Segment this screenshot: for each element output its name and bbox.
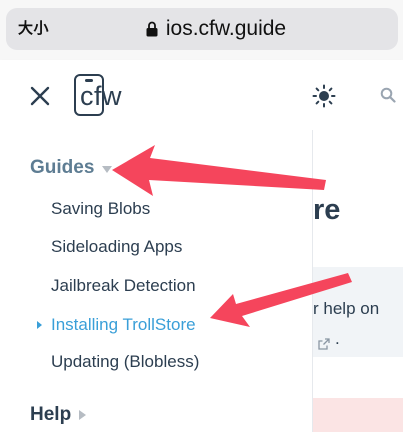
sidebar-item-sideloading-apps[interactable]: Sideloading Apps (51, 237, 182, 257)
sidebar-group-label: Help (30, 404, 72, 425)
url-field[interactable]: 大小 ios.cfw.guide (6, 8, 398, 50)
main-content: re r help on . (313, 130, 403, 432)
info-text: r help on (313, 299, 380, 318)
site-logo[interactable]: cfw (74, 74, 124, 118)
sidebar: Guides Saving Blobs Sideloading Apps Jai… (0, 130, 313, 432)
caret-right-icon (79, 410, 87, 420)
sidebar-group-label: Guides (30, 157, 95, 178)
page-title: re (313, 194, 341, 226)
caret-down-icon (102, 165, 113, 173)
site-header: cfw (0, 60, 403, 130)
browser-address-bar: 大小 ios.cfw.guide (0, 0, 403, 60)
search-icon[interactable] (380, 87, 396, 103)
sidebar-item-updating-blobless[interactable]: Updating (Blobless) (51, 352, 199, 372)
danger-box (313, 398, 403, 432)
logo-text: cfw (80, 81, 122, 111)
sidebar-item-jailbreak-detection[interactable]: Jailbreak Detection (51, 276, 196, 296)
url-display[interactable]: ios.cfw.guide (6, 8, 398, 50)
info-text-period: . (335, 329, 340, 348)
active-marker-icon (37, 321, 42, 329)
external-link-icon[interactable] (318, 338, 330, 350)
close-icon[interactable] (28, 84, 52, 108)
sun-icon[interactable] (312, 84, 336, 108)
sidebar-item-installing-trollstore[interactable]: Installing TrollStore (51, 315, 196, 335)
lock-icon (146, 21, 158, 37)
sidebar-item-saving-blobs[interactable]: Saving Blobs (51, 199, 150, 219)
url-text: ios.cfw.guide (165, 17, 287, 40)
sidebar-group-help[interactable]: Help (30, 404, 87, 426)
sidebar-group-guides[interactable]: Guides (30, 157, 113, 179)
